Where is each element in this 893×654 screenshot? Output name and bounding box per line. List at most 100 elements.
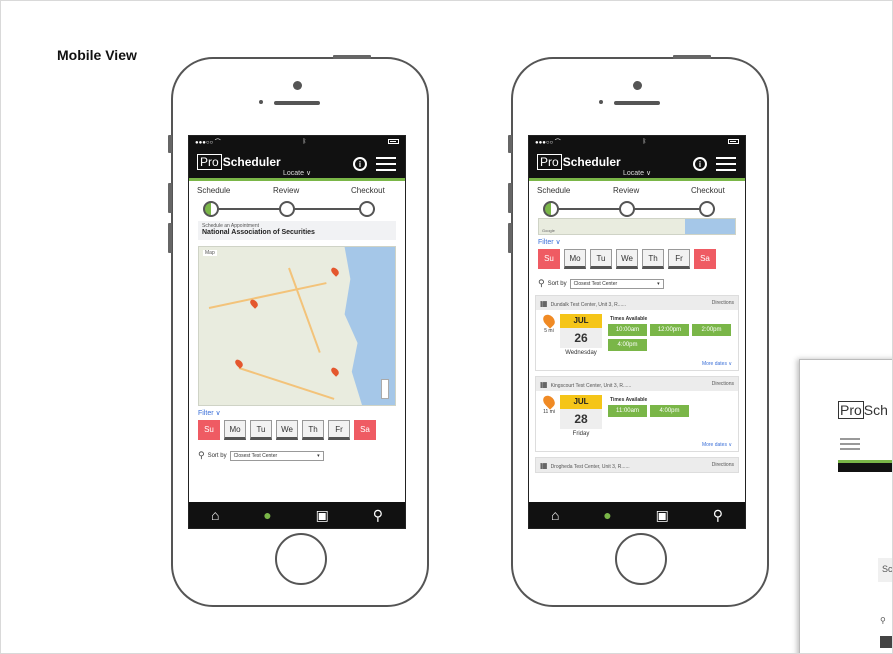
- signal-icon: ●●●○○ ⌒: [535, 140, 561, 146]
- sort-select[interactable]: Closest Test Center ▾: [569, 278, 664, 289]
- google-attribution: Google: [542, 228, 555, 233]
- step-circle-review[interactable]: [279, 201, 295, 217]
- building-icon: ▦: [540, 298, 548, 308]
- volume-down-button: [168, 223, 172, 253]
- step-circle-checkout[interactable]: [699, 201, 715, 217]
- time-slots: 11:00am 4:00pm: [608, 405, 745, 417]
- day-su[interactable]: Su: [198, 420, 220, 440]
- day-tu[interactable]: Tu: [250, 420, 272, 440]
- mockup-canvas: Mobile View ●●●○○ ⌒ ᛒ Pro Scheduler Loca…: [0, 0, 893, 654]
- search-icon[interactable]: ⚲: [713, 507, 723, 524]
- map-pin-icon[interactable]: [248, 298, 260, 309]
- step-circle-schedule[interactable]: [543, 201, 559, 217]
- home-button[interactable]: [615, 533, 667, 585]
- desktop-mock-partial: Pro Sch Sc ⚲: [799, 359, 892, 653]
- map-sea: [685, 219, 735, 234]
- map-type-tag[interactable]: Map: [203, 250, 217, 256]
- day-mo[interactable]: Mo: [224, 420, 246, 440]
- test-center-card[interactable]: ▦ Kingscourt Test Center, Unit 3, R......…: [535, 376, 739, 452]
- test-center-header: ▦ Dundalk Test Center, Unit 3, R...... Di…: [536, 296, 738, 310]
- date-weekday: Friday: [572, 431, 590, 437]
- logo-pro: Pro: [197, 154, 222, 170]
- time-slot-button[interactable]: 4:00pm: [650, 405, 689, 417]
- time-slot-button[interactable]: 10:00am: [608, 324, 647, 336]
- front-camera: [633, 81, 642, 90]
- map-pin-icon[interactable]: [329, 366, 341, 377]
- day-sa[interactable]: Sa: [354, 420, 376, 440]
- day-fr[interactable]: Fr: [328, 420, 350, 440]
- step-circle-checkout[interactable]: [359, 201, 375, 217]
- sensor: [259, 100, 263, 104]
- map-strip[interactable]: Google: [538, 218, 736, 235]
- day-sa[interactable]: Sa: [694, 249, 716, 269]
- day-th[interactable]: Th: [302, 420, 324, 440]
- map-pin-icon[interactable]: ●: [263, 507, 271, 523]
- time-slot-button[interactable]: 2:00pm: [692, 324, 731, 336]
- home-button[interactable]: [275, 533, 327, 585]
- bluetooth-icon: ᛒ: [642, 138, 647, 145]
- map-road: [238, 367, 335, 400]
- building-icon: ▦: [540, 460, 548, 470]
- schedule-input[interactable]: Sc: [878, 558, 892, 582]
- wallet-icon[interactable]: ▣: [656, 507, 669, 524]
- directions-link[interactable]: Directions: [712, 381, 734, 387]
- app-logo[interactable]: Pro Scheduler: [537, 154, 621, 170]
- step-circle-review[interactable]: [619, 201, 635, 217]
- bottom-nav: ⌂ ● ▣ ⚲: [529, 502, 745, 528]
- home-icon[interactable]: ⌂: [211, 507, 219, 523]
- hamburger-menu-icon[interactable]: [840, 438, 860, 450]
- wallet-icon[interactable]: ▣: [316, 507, 329, 524]
- filter-link[interactable]: Filter ∨: [198, 409, 396, 417]
- time-slot-button[interactable]: 11:00am: [608, 405, 647, 417]
- user-circle-icon[interactable]: i: [693, 157, 707, 171]
- locate-dropdown[interactable]: Locate ∨: [283, 169, 311, 177]
- progress-steps: Schedule Review Checkout: [529, 181, 745, 218]
- app-logo[interactable]: Pro Scheduler: [197, 154, 281, 170]
- day-su[interactable]: Su: [538, 249, 560, 269]
- day-mo[interactable]: Mo: [564, 249, 586, 269]
- day-th[interactable]: Th: [642, 249, 664, 269]
- directions-link[interactable]: Directions: [712, 462, 734, 468]
- more-dates-link[interactable]: More dates ∨: [702, 442, 732, 448]
- earpiece-speaker: [274, 101, 320, 105]
- volume-up-button: [508, 183, 512, 213]
- directions-link[interactable]: Directions: [712, 300, 734, 306]
- user-circle-icon[interactable]: i: [353, 157, 367, 171]
- step-circle-schedule[interactable]: [203, 201, 219, 217]
- time-slot-button[interactable]: 4:00pm: [608, 339, 647, 351]
- day-tu[interactable]: Tu: [590, 249, 612, 269]
- more-dates-link[interactable]: More dates ∨: [702, 361, 732, 367]
- map-pin-icon[interactable]: ●: [603, 507, 611, 523]
- hamburger-menu-icon[interactable]: [376, 157, 396, 171]
- battery-icon: [388, 139, 399, 144]
- mute-switch: [508, 135, 512, 153]
- step-label-review: Review: [273, 186, 300, 195]
- map-pin-icon[interactable]: [329, 266, 341, 277]
- day-we[interactable]: We: [616, 249, 638, 269]
- time-slot-button[interactable]: 12:00pm: [650, 324, 689, 336]
- test-center-name: Drogheda Test Center, Unit 3, R......: [550, 463, 630, 470]
- day-we[interactable]: We: [276, 420, 298, 440]
- sort-value: Closest Test Center: [573, 280, 618, 287]
- mute-switch: [168, 135, 172, 153]
- day-fr[interactable]: Fr: [668, 249, 690, 269]
- times-available-label: Times Available: [610, 397, 648, 403]
- hamburger-menu-icon[interactable]: [716, 157, 736, 171]
- location-pin-icon: [540, 393, 558, 410]
- test-center-card[interactable]: ▦ Drogheda Test Center, Unit 3, R...... D…: [535, 457, 739, 473]
- home-icon[interactable]: ⌂: [551, 507, 559, 523]
- logo-pro: Pro: [838, 401, 864, 419]
- test-center-body: 5 mi JUL 26 Wednesday Times Available 10…: [536, 310, 738, 370]
- map-road: [288, 267, 321, 353]
- chevron-down-icon: ▾: [657, 280, 660, 287]
- map-view[interactable]: Map: [198, 246, 396, 406]
- filter-link[interactable]: Filter ∨: [538, 238, 736, 246]
- sort-select[interactable]: Closest Test Center ▾: [229, 450, 324, 461]
- map-zoom-control[interactable]: [381, 379, 389, 399]
- date-day: 28: [560, 409, 602, 429]
- test-center-card[interactable]: ▦ Dundalk Test Center, Unit 3, R...... Di…: [535, 295, 739, 371]
- battery-icon: [728, 139, 739, 144]
- search-icon[interactable]: ⚲: [373, 507, 383, 524]
- locate-dropdown[interactable]: Locate ∨: [623, 169, 651, 177]
- app-logo: Pro Sch: [838, 401, 888, 419]
